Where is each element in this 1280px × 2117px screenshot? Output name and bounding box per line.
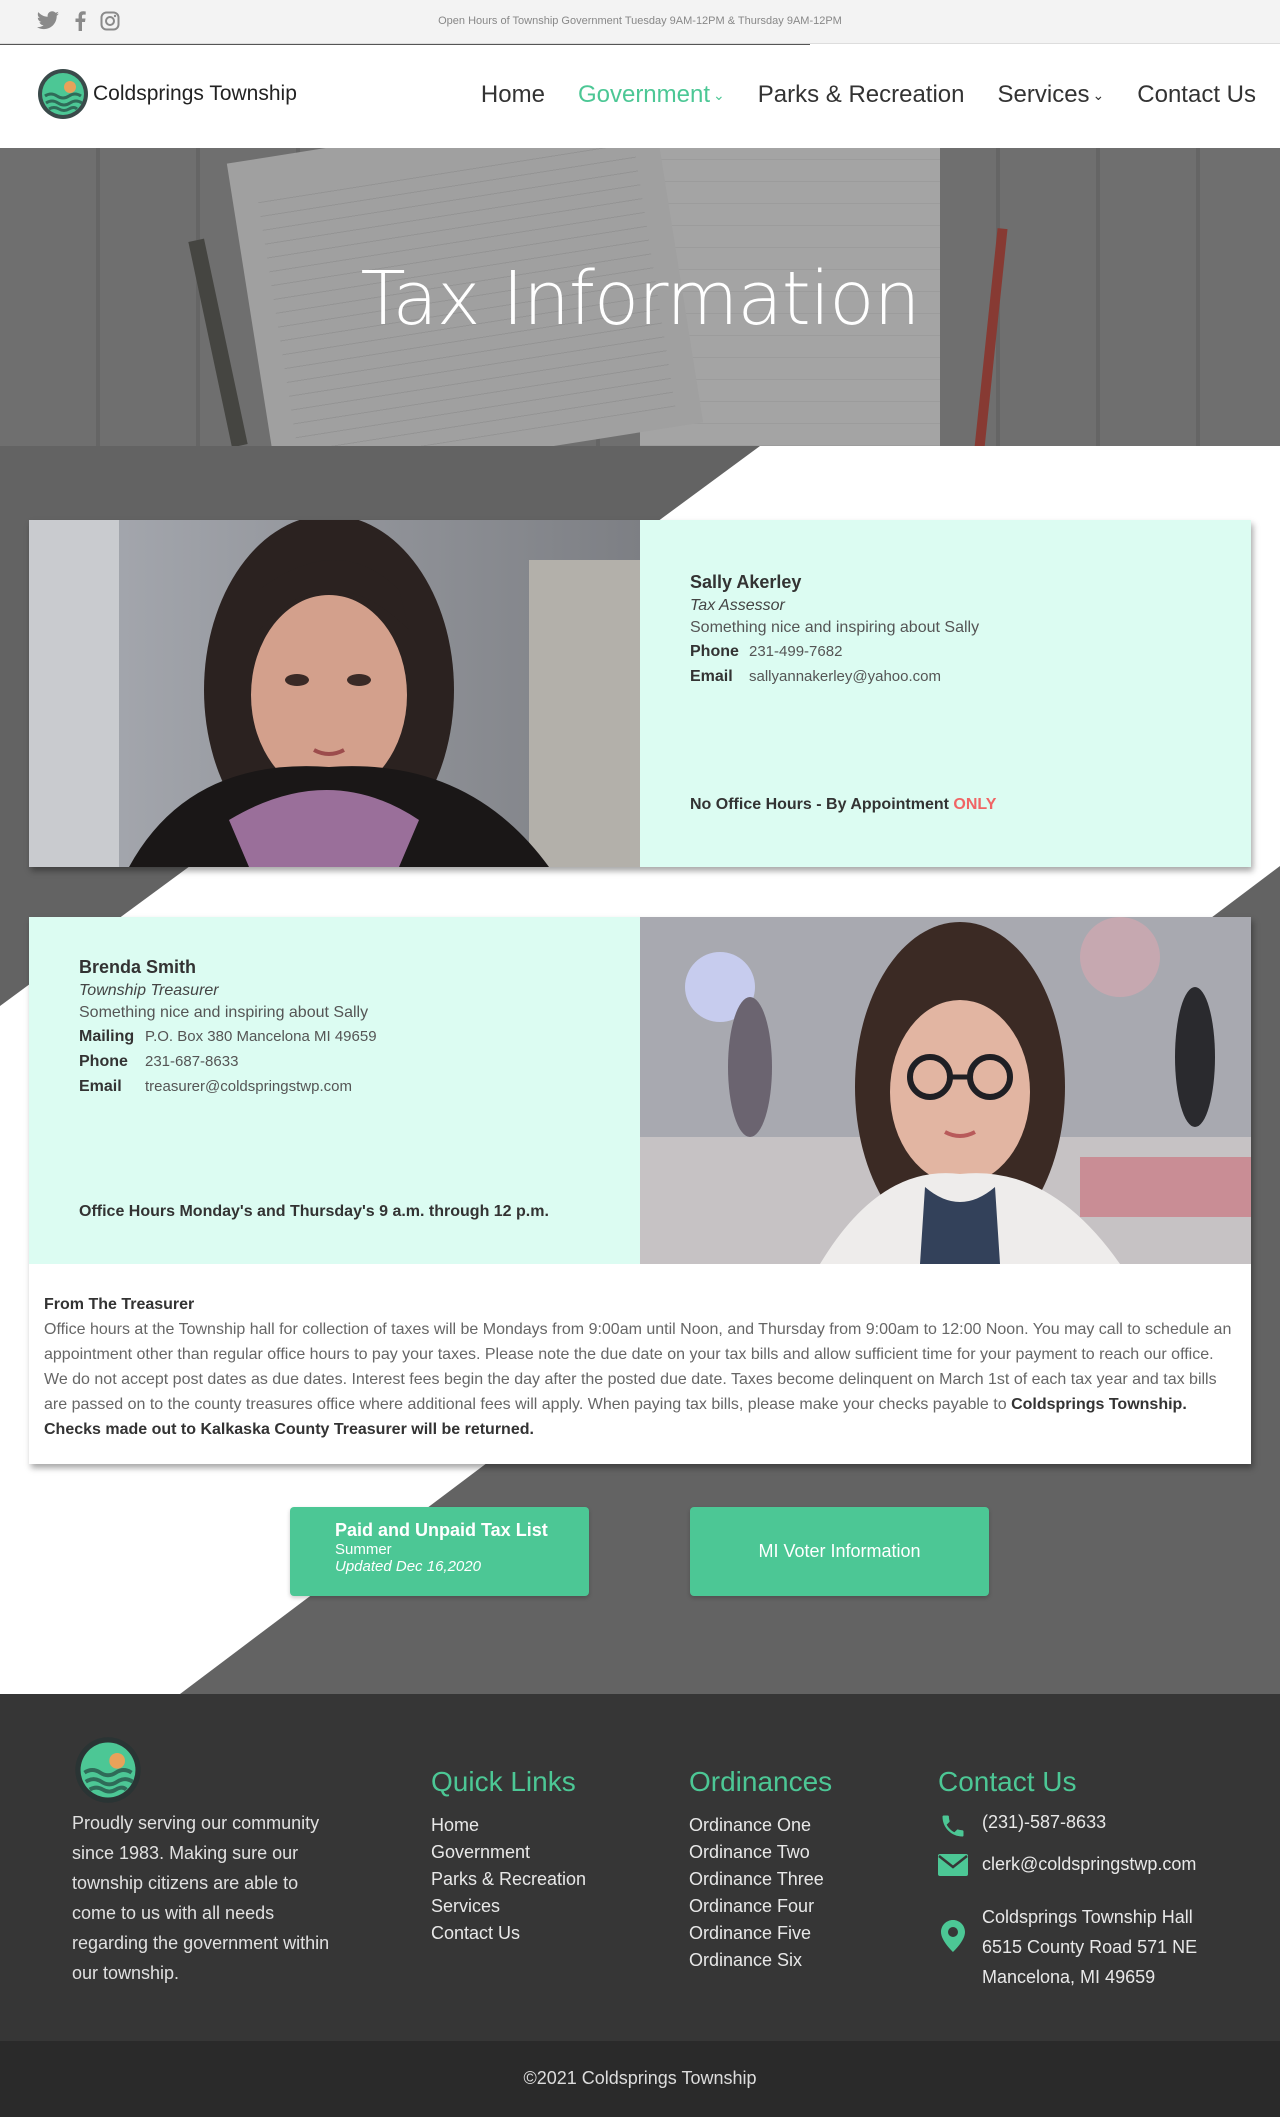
assessor-description: Something nice and inspiring about Sally (690, 619, 980, 636)
treasurer-phone-row: Phone 231-687-8633 (79, 1053, 640, 1071)
phone-label: Phone (690, 643, 739, 660)
ordinance-link[interactable]: Ordinance One (689, 1812, 824, 1839)
nav-parks[interactable]: Parks & Recreation (758, 81, 965, 109)
top-bar: Open Hours of Township Government Tuesda… (0, 0, 1280, 45)
treasurer-role: Township Treasurer (79, 982, 219, 999)
assessor-role: Tax Assessor (690, 597, 785, 614)
assessor-email-row: Email sallyannakerley@yahoo.com (690, 668, 1251, 686)
main-nav: Home Government ⌄ Parks & Recreation Serv… (481, 81, 1256, 109)
phone-label: Phone (79, 1053, 128, 1070)
contact-email[interactable]: clerk@coldspringstwp.com (982, 1854, 1196, 1875)
phone-icon (938, 1812, 968, 1840)
chevron-down-icon: ⌄ (713, 87, 725, 104)
footer-link-government[interactable]: Government (431, 1839, 586, 1866)
email-icon (938, 1854, 968, 1876)
ordinance-link[interactable]: Ordinance Five (689, 1920, 824, 1947)
treasurer-photo (640, 917, 1251, 1264)
contact-phone[interactable]: (231)-587-8633 (982, 1812, 1106, 1833)
from-treasurer-section: From The Treasurer Office hours at the T… (44, 1292, 1234, 1442)
nav-services[interactable]: Services ⌄ (998, 81, 1105, 109)
contact-phone-row: (231)-587-8633 (938, 1812, 1106, 1840)
address-line-3: Mancelona, MI 49659 (982, 1967, 1156, 1987)
email-label: Email (690, 668, 733, 685)
nav-home[interactable]: Home (481, 81, 545, 109)
site-header: Coldsprings Township Home Government ⌄ Pa… (0, 45, 1280, 148)
footer-link-home[interactable]: Home (431, 1812, 586, 1839)
township-logo-icon[interactable] (74, 1736, 142, 1804)
treasurer-name: Brenda Smith (79, 957, 197, 977)
ordinance-link[interactable]: Ordinance Two (689, 1839, 824, 1866)
contact-address: Coldsprings Township Hall 6515 County Ro… (982, 1902, 1197, 1992)
ordinances-title: Ordinances (689, 1766, 833, 1797)
address-line-1: Coldsprings Township Hall (982, 1907, 1193, 1927)
site-name: Coldsprings Township (93, 82, 297, 105)
assessor-hours-text: No Office Hours - By Appointment (690, 796, 954, 813)
assessor-name: Sally Akerley (690, 572, 802, 592)
from-treasurer-title: From The Treasurer (44, 1296, 195, 1313)
contact-address-row: Coldsprings Township Hall 6515 County Ro… (938, 1902, 1197, 1992)
treasurer-card: Brenda Smith Township Treasurer Somethin… (29, 917, 1251, 1464)
chevron-down-icon: ⌄ (1092, 87, 1105, 104)
tax-list-updated: Updated Dec 16,2020 (335, 1558, 481, 1575)
nav-government[interactable]: Government ⌄ (578, 81, 725, 109)
quick-links-list: Home Government Parks & Recreation Servi… (431, 1812, 586, 1947)
contact-title: Contact Us (938, 1766, 1077, 1797)
page-title: Tax Information (360, 256, 921, 342)
mailing-label: Mailing (79, 1028, 135, 1045)
nav-contact[interactable]: Contact Us (1137, 81, 1256, 109)
location-pin-icon (938, 1902, 968, 1952)
assessor-photo (29, 520, 640, 867)
email-label: Email (79, 1078, 122, 1095)
assessor-hours-emphasis: ONLY (953, 796, 997, 813)
contact-email-row: clerk@coldspringstwp.com (938, 1854, 1196, 1876)
nav-services-label: Services (997, 81, 1090, 108)
tax-list-button[interactable]: Paid and Unpaid Tax List Summer Updated … (290, 1507, 589, 1596)
tax-list-title: Paid and Unpaid Tax List (335, 1520, 548, 1540)
assessor-phone[interactable]: 231-499-7682 (749, 643, 842, 661)
footer-link-services[interactable]: Services (431, 1893, 586, 1920)
treasurer-info: Brenda Smith Township Treasurer Somethin… (29, 917, 640, 1264)
quick-links-title: Quick Links (431, 1766, 576, 1797)
treasurer-description: Something nice and inspiring about Sally (79, 1004, 369, 1021)
ordinance-link[interactable]: Ordinance Six (689, 1947, 824, 1974)
footer-link-contact[interactable]: Contact Us (431, 1920, 586, 1947)
voter-info-button[interactable]: MI Voter Information (690, 1507, 989, 1596)
address-line-2: 6515 County Road 571 NE (982, 1937, 1198, 1957)
tax-list-season: Summer (335, 1541, 392, 1558)
office-hours-banner: Open Hours of Township Government Tuesda… (438, 15, 842, 27)
ordinance-link[interactable]: Ordinance Four (689, 1893, 824, 1920)
footer-link-parks[interactable]: Parks & Recreation (431, 1866, 586, 1893)
assessor-email[interactable]: sallyannakerley@yahoo.com (749, 668, 941, 686)
assessor-info: Sally Akerley Tax Assessor Something nic… (640, 520, 1251, 867)
hero-banner: Tax Information (0, 148, 1280, 446)
assessor-phone-row: Phone 231-499-7682 (690, 643, 1251, 661)
assessor-card: Sally Akerley Tax Assessor Something nic… (29, 520, 1251, 867)
site-logo[interactable]: Coldsprings Township (37, 68, 297, 120)
copyright: ©2021 Coldsprings Township (0, 2041, 1280, 2117)
treasurer-phone[interactable]: 231-687-8633 (145, 1053, 238, 1071)
treasurer-hours: Office Hours Monday's and Thursday's 9 a… (79, 1203, 549, 1220)
site-footer: Proudly serving our community since 1983… (0, 1694, 1280, 2041)
treasurer-email[interactable]: treasurer@coldspringstwp.com (145, 1078, 352, 1096)
treasurer-mailing: P.O. Box 380 Mancelona MI 49659 (145, 1028, 377, 1045)
footer-about: Proudly serving our community since 1983… (72, 1813, 330, 1983)
nav-government-label: Government (577, 81, 711, 108)
township-logo-icon (38, 69, 88, 119)
ordinance-link[interactable]: Ordinance Three (689, 1866, 824, 1893)
assessor-hours: No Office Hours - By Appointment ONLY (690, 796, 996, 814)
treasurer-email-row: Email treasurer@coldspringstwp.com (79, 1078, 640, 1096)
treasurer-mailing-row: Mailing P.O. Box 380 Mancelona MI 49659 (79, 1028, 640, 1046)
ordinances-list: Ordinance One Ordinance Two Ordinance Th… (689, 1812, 824, 1974)
